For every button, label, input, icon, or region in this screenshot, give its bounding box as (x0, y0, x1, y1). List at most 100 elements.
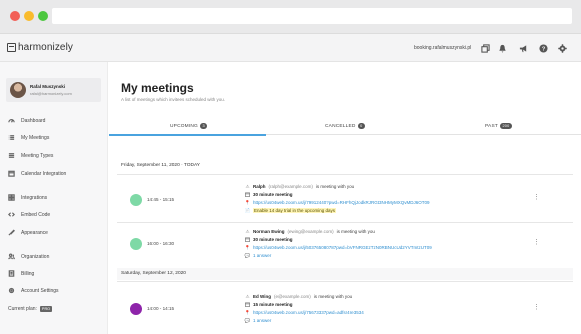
more-options-icon[interactable]: ⋮ (533, 193, 540, 201)
divider (117, 281, 573, 282)
invitee-name: Ralph (253, 184, 266, 189)
tab-count: 3 (199, 123, 208, 129)
tab-label: PAST (485, 123, 498, 129)
sidebar-item-billing[interactable]: Billing (8, 270, 34, 277)
organization-icon (8, 253, 15, 260)
meeting-link[interactable]: https://us04web.zoom.us/j/75673337pwd=ad… (253, 310, 364, 315)
tab-cancelled[interactable]: CANCELLED 0 (325, 123, 365, 129)
tab-upcoming[interactable]: UPCOMING 3 (170, 123, 208, 129)
user-card[interactable]: Rafal Muszynski rafal@harmonizely.com (6, 78, 101, 102)
invitee-suffix: is meeting with you (315, 184, 355, 189)
plan-badge: PRO (39, 306, 53, 312)
more-options-icon[interactable]: ⋮ (533, 303, 540, 311)
maximize-window-button[interactable] (38, 11, 48, 21)
paint-icon (8, 229, 15, 236)
divider (117, 174, 573, 175)
main-content: My meetings A list of meetings which inv… (109, 62, 581, 334)
list-icon (8, 134, 15, 141)
page-subtitle: A list of meetings which invitees schedu… (121, 97, 226, 102)
sidebar-item-appearance[interactable]: Appearance (8, 229, 48, 236)
invitee-email: (ewing@example.com) (287, 229, 334, 234)
warning-icon: ⚠ (245, 228, 250, 234)
active-tab-indicator (109, 134, 266, 136)
calendar-icon (245, 237, 250, 242)
sidebar-item-account-settings[interactable]: Account Settings (8, 287, 59, 294)
location-pin-icon: 📍 (244, 309, 251, 315)
calendar-logo-icon (7, 43, 16, 52)
close-window-button[interactable] (10, 11, 20, 21)
note-line: 📄 Enable 14 day trial in the upcoming da… (244, 207, 337, 213)
divider (117, 222, 573, 223)
sidebar-item-calendar-integration[interactable]: Calendar Integration (8, 170, 66, 177)
answers-link[interactable]: 1 answer (253, 253, 271, 258)
meeting-type-line: 30 minute meeting (245, 237, 293, 242)
sidebar-item-label: Dashboard (21, 117, 46, 124)
sidebar-item-label: My Meetings (21, 134, 50, 141)
meeting-type: 15 minute meeting (253, 302, 293, 307)
location-line: 📍 https://us04web.zoom.us/j/503765080787… (245, 245, 432, 251)
sidebar-item-organization[interactable]: Organization (8, 253, 49, 260)
chat-icon: 💬 (244, 252, 251, 258)
answers-line: 💬 1 answer (244, 317, 272, 324)
location-line: 📍 https://us04web.zoom.us/j/79912440?pwd… (244, 199, 430, 206)
avatar (10, 82, 26, 98)
app-header: harmonizely booking.rafalmuszynski.pl ? (0, 34, 581, 62)
sidebar-item-label: Account Settings (21, 287, 59, 294)
calendar-icon (245, 302, 250, 307)
meeting-link[interactable]: https://us04web.zoom.us/j/79912440?pwd=R… (253, 200, 429, 205)
meeting-link[interactable]: https://us04web.zoom.us/j/503765080787pw… (253, 245, 432, 250)
integrations-icon (8, 194, 15, 201)
tab-past[interactable]: PAST 200 (485, 123, 512, 129)
sidebar-item-meeting-types[interactable]: Meeting Types (8, 152, 53, 159)
address-bar[interactable] (52, 8, 572, 24)
current-plan-label: Current plan: (8, 306, 37, 312)
answers-line: 💬 1 answer (244, 252, 272, 259)
meeting-type: 30 minute meeting (253, 237, 293, 242)
sidebar-item-embed-code[interactable]: Embed Code (8, 211, 50, 218)
location-pin-icon: 📍 (244, 199, 251, 205)
location-line: 📍 https://us04web.zoom.us/j/75673337pwd=… (244, 309, 364, 316)
sidebar-item-label: Organization (21, 253, 50, 260)
meeting-type: 30 minute meeting (253, 192, 293, 197)
sidebar-item-my-meetings[interactable]: My Meetings (8, 134, 49, 141)
sidebar-item-dashboard[interactable]: Dashboard (8, 117, 45, 124)
note-icon: 📄 (244, 207, 251, 213)
invitee-line: ⚠ Ralph (ralph@example.com) is meeting w… (245, 184, 355, 190)
invitee-email: (ralph@example.com) (268, 184, 313, 189)
invitee-line: ⚠ Norman Ewing (ewing@example.com) is me… (245, 228, 375, 235)
tab-count: 200 (499, 123, 512, 129)
meeting-type-line: 15 minute meeting (245, 302, 293, 307)
megaphone-icon[interactable] (518, 43, 528, 53)
dashboard-icon (8, 117, 15, 124)
date-header: Friday, September 11, 2020 · TODAY (121, 163, 201, 168)
status-dot (130, 303, 142, 315)
date-header: Saturday, September 12, 2020 (121, 271, 186, 276)
tab-count: 0 (357, 123, 365, 129)
status-dot (130, 238, 142, 250)
bell-icon[interactable] (497, 43, 507, 53)
sidebar-item-label: Embed Code (21, 211, 51, 218)
more-options-icon[interactable]: ⋮ (533, 238, 540, 246)
invitee-name: Ed Wing (253, 294, 271, 299)
sidebar: Rafal Muszynski rafal@harmonizely.com Da… (0, 62, 108, 334)
calendar-icon (245, 192, 250, 197)
invitee-suffix: is meeting with you (336, 229, 375, 234)
meeting-tabs: UPCOMING 3 CANCELLED 0 PAST 200 (109, 119, 581, 136)
settings-icon[interactable] (557, 43, 567, 53)
sidebar-item-integrations[interactable]: Integrations (8, 194, 47, 201)
meeting-note: Enable 14 day trial in the upcoming days (253, 208, 337, 213)
meeting-type-line: 30 minute meeting (245, 192, 293, 197)
minimize-window-button[interactable] (24, 11, 34, 21)
help-icon[interactable]: ? (538, 43, 548, 53)
sidebar-item-label: Integrations (21, 194, 48, 201)
copy-icon[interactable] (480, 43, 490, 53)
chat-icon: 💬 (244, 317, 251, 323)
answers-link[interactable]: 1 answer (253, 318, 271, 323)
logo-text: harmonizely (18, 42, 74, 53)
invitee-line: ⚠ Ed Wing (e@example.com) is meeting wit… (245, 294, 352, 300)
booking-url[interactable]: booking.rafalmuszynski.pl (414, 45, 471, 51)
browser-chrome (0, 0, 581, 34)
status-dot (130, 194, 142, 206)
meeting-time: 14:45 - 15:15 (147, 197, 175, 202)
logo[interactable]: harmonizely (7, 42, 73, 53)
